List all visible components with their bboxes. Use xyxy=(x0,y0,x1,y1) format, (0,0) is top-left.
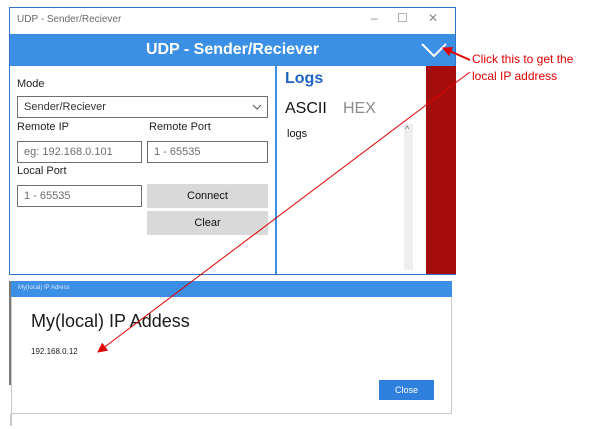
arrow-to-ip xyxy=(97,71,471,353)
arrow-to-chevron xyxy=(442,47,471,61)
annotation-arrows xyxy=(97,47,471,353)
